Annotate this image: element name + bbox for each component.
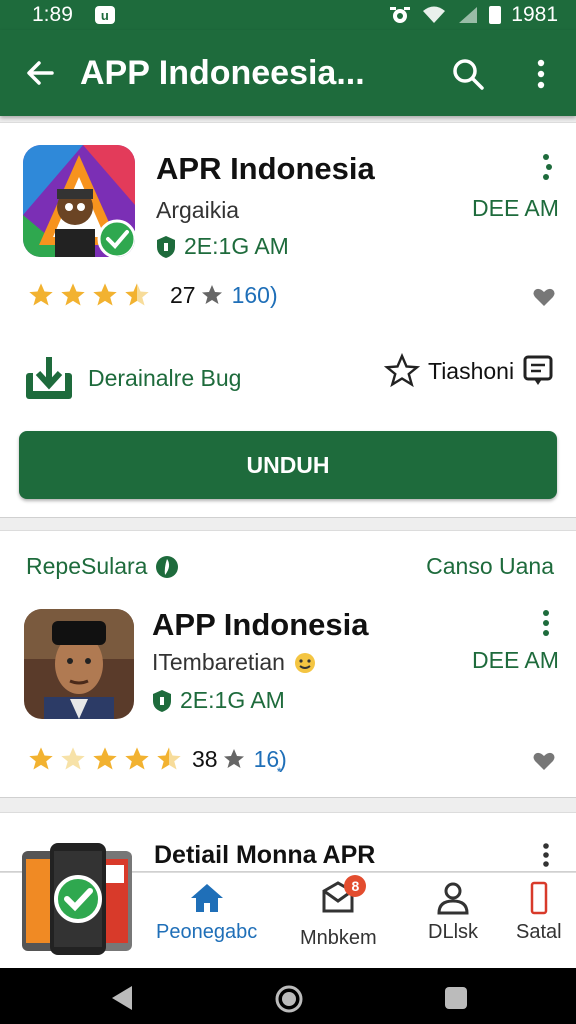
app-date: DEE AM	[472, 647, 559, 673]
more-vert-icon	[537, 59, 545, 89]
app-size: 2E:1G AM	[152, 687, 285, 714]
download-label: Derainalre Bug	[88, 364, 242, 391]
status-time: 1:89	[32, 3, 73, 26]
card-menu-button[interactable]	[536, 151, 556, 187]
download-icon	[26, 357, 72, 399]
star-outline-icon	[384, 353, 420, 388]
person-icon	[437, 882, 469, 915]
star-icon	[61, 747, 85, 770]
nav-item-settings[interactable]: Satal	[516, 881, 562, 944]
app-card-primary: APR Indonesia Argaikia 2E:1G AM DEE AM 2…	[0, 122, 576, 518]
app-date: DEE AM	[472, 195, 559, 221]
rating-value: 38	[192, 745, 218, 772]
rating-row: 38 16͙)	[26, 745, 287, 773]
overflow-menu-button[interactable]	[526, 54, 556, 94]
favorite-button[interactable]	[532, 285, 556, 309]
star-half-icon	[157, 747, 181, 770]
home-circle-icon[interactable]	[274, 984, 304, 1014]
section-header: RepeSulara	[26, 553, 179, 580]
back-triangle-icon[interactable]	[108, 984, 136, 1012]
star-icon	[61, 283, 85, 306]
status-bar: 1:89 u 1981	[0, 0, 576, 30]
nav-label: Mnbkem	[300, 927, 377, 949]
rating-row: 27 160)	[26, 281, 278, 309]
more-vert-icon	[543, 610, 549, 636]
nav-label: Satal	[516, 921, 562, 943]
search-icon	[453, 59, 484, 90]
message-icon	[523, 355, 553, 385]
search-button[interactable]	[448, 54, 488, 94]
heart-icon	[533, 288, 555, 306]
arrow-left-icon	[27, 61, 54, 85]
star-icon	[29, 283, 53, 306]
phones-image-icon	[22, 843, 132, 955]
app-name: Detiail Monna APR	[154, 841, 376, 869]
app-size-text: 2E:1G AM	[180, 687, 285, 713]
star-icon	[223, 749, 244, 768]
recents-square-icon[interactable]	[442, 984, 470, 1012]
app-name: APP Indonesia	[152, 607, 369, 642]
shield-icon	[153, 689, 171, 712]
app-screen: 1:89 u 1981 APP Indoneesia... APR Indone…	[0, 0, 576, 1024]
leaf-badge-icon	[156, 555, 179, 578]
star-rating	[26, 745, 184, 773]
alarm-icon	[390, 7, 411, 23]
app-card-secondary: RepeSulara Canso Uana APP Indonesia ITem…	[0, 530, 576, 798]
wishlist-label: Tiashoni	[428, 357, 515, 384]
app-size-text: 2E:1G AM	[184, 233, 289, 259]
star-icon	[29, 747, 53, 770]
portrait-image	[24, 609, 134, 719]
download-link[interactable]: Derainalre Bug	[24, 355, 241, 401]
star-icon	[93, 747, 117, 770]
star-icon	[93, 283, 117, 306]
card-menu-button[interactable]	[536, 607, 556, 643]
status-indicators: 1981	[389, 3, 558, 27]
rating-value: 27	[170, 281, 196, 308]
developer-row: ITembaretian	[152, 649, 317, 676]
nav-label: DLlsk	[428, 921, 479, 943]
favorite-button[interactable]	[532, 749, 556, 773]
nav-item-home[interactable]: Peonegabc	[156, 881, 257, 944]
more-vert-icon	[543, 154, 552, 180]
home-icon	[190, 884, 223, 912]
wifi-icon	[423, 6, 446, 23]
status-right-text: 1981	[511, 3, 558, 26]
nav-item-profile[interactable]: DLlsk	[428, 881, 478, 944]
star-half-icon	[125, 283, 149, 306]
page-title: APP Indoneesia...	[80, 53, 365, 92]
phones-image	[22, 843, 134, 959]
section-title: RepeSulara	[26, 553, 148, 579]
notification-icon: u	[94, 6, 115, 24]
app-size: 2E:1G AM	[156, 233, 289, 260]
star-icon	[201, 285, 222, 304]
rating-count: 16͙)	[253, 745, 287, 772]
shield-icon	[157, 235, 175, 258]
star-rating	[26, 281, 152, 309]
app-icon[interactable]	[24, 609, 134, 719]
install-button[interactable]: UNDUH	[19, 431, 557, 499]
app-name: APR Indonesia	[156, 151, 375, 186]
system-navigation-bar	[0, 968, 576, 1024]
emoji-icon	[294, 652, 315, 673]
app-icon[interactable]	[23, 145, 135, 257]
wishlist-button[interactable]: Tiashoni	[384, 353, 554, 389]
developer-name: Argaikia	[156, 197, 240, 223]
battery-icon	[489, 6, 502, 24]
rating-count: 160)	[231, 281, 278, 308]
heart-icon	[533, 752, 555, 770]
section-link[interactable]: Canso Uana	[426, 553, 554, 580]
signal-icon	[459, 7, 478, 23]
phone-icon	[530, 881, 548, 915]
more-vert-icon	[543, 843, 549, 867]
developer-name: ITembaretian	[152, 649, 285, 675]
back-button[interactable]	[0, 30, 80, 116]
bottom-navigation: Peonegabc 8 Mnbkem DLlsk Satal	[0, 843, 576, 968]
app-bar: APP Indoneesia...	[0, 30, 576, 116]
star-icon	[125, 747, 149, 770]
nav-item-mail[interactable]: 8 Mnbkem	[300, 875, 377, 950]
app-logo-icon	[23, 145, 135, 257]
nav-label: Peonegabc	[156, 921, 258, 943]
notification-badge: 8	[344, 875, 367, 897]
